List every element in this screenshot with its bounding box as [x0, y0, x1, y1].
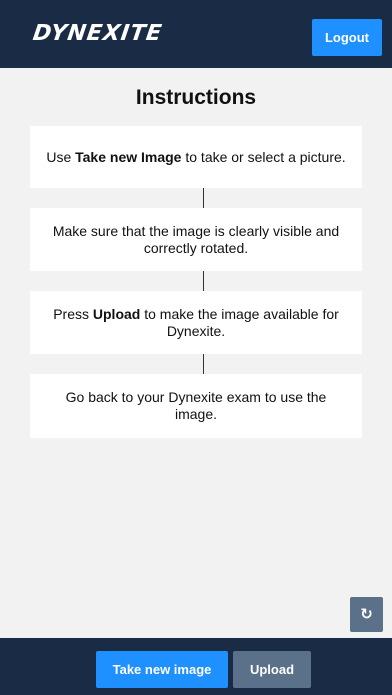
step-connector — [203, 354, 204, 374]
take-new-image-button[interactable]: Take new image — [96, 651, 228, 688]
app-root: DYNEXITE Logout Instructions Use Take ne… — [0, 0, 392, 695]
logout-button[interactable]: Logout — [312, 19, 382, 56]
dynexite-logo: DYNEXITE — [31, 21, 164, 46]
step-text: Press Upload to make the image available… — [53, 305, 339, 339]
instruction-step-4: Go back to your Dynexite exam to use the… — [30, 374, 362, 438]
top-bar: DYNEXITE Logout — [0, 0, 392, 68]
rotate-icon: ↻ — [360, 606, 373, 623]
step-text: Go back to your Dynexite exam to use the… — [65, 389, 327, 422]
page-title: Instructions — [135, 86, 257, 109]
bottom-bar: Take new image Upload — [0, 638, 392, 695]
step-text: Make sure that the image is clearly visi… — [52, 222, 340, 256]
instruction-step-1: Use Take new Image to take or select a p… — [30, 126, 362, 188]
step-text: Use Take new Image to take or select a p… — [46, 148, 346, 165]
step-connector — [203, 271, 204, 291]
rotate-button[interactable]: ↻ — [350, 597, 383, 632]
step-connector — [203, 188, 204, 208]
instruction-step-2: Make sure that the image is clearly visi… — [30, 208, 362, 271]
upload-button[interactable]: Upload — [233, 651, 311, 688]
instruction-step-3: Press Upload to make the image available… — [30, 291, 362, 354]
